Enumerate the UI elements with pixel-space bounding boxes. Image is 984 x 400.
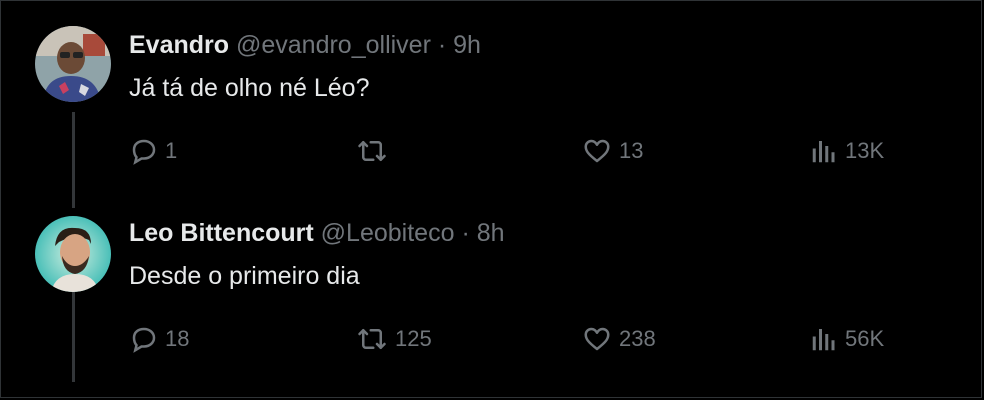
retweet-button[interactable]: 125 — [355, 322, 432, 356]
reply-icon — [132, 139, 156, 165]
views-count: 56K — [845, 326, 885, 351]
tweet-header: Evandro @evandro_olliver · 9h — [129, 30, 481, 60]
separator-dot: · — [461, 219, 470, 247]
retweet-button[interactable] — [355, 134, 395, 168]
display-name[interactable]: Evandro — [129, 31, 229, 59]
tweet-actions: 1 13 13K — [129, 134, 909, 168]
like-count: 238 — [619, 326, 656, 351]
views-icon — [812, 141, 835, 163]
user-handle[interactable]: @evandro_olliver — [236, 31, 431, 59]
avatar[interactable] — [35, 26, 111, 102]
views-button[interactable]: 13K — [809, 134, 884, 168]
separator-dot: · — [437, 31, 447, 59]
tweet-actions: 18 125 238 56K — [129, 322, 909, 356]
thread-line — [72, 292, 75, 382]
heart-icon — [584, 139, 610, 163]
views-count: 13K — [845, 138, 885, 163]
like-button[interactable]: 13 — [581, 134, 643, 168]
retweet-icon — [358, 141, 386, 161]
retweet-count: 125 — [395, 326, 432, 351]
tweet-text: Desde o primeiro dia — [129, 262, 360, 290]
timestamp[interactable]: 9h — [453, 31, 481, 59]
like-count: 13 — [619, 138, 644, 163]
reply-button[interactable]: 18 — [129, 322, 189, 356]
display-name[interactable]: Leo Bittencourt — [129, 219, 314, 247]
heart-icon — [584, 327, 610, 351]
retweet-icon — [358, 329, 386, 349]
reply-button[interactable]: 1 — [129, 134, 177, 168]
tweet-header: Leo Bittencourt @Leobiteco · 8h — [129, 218, 505, 248]
tweet[interactable]: Evandro @evandro_olliver · 9h Já tá de o… — [0, 0, 984, 208]
user-handle[interactable]: @Leobiteco — [321, 219, 455, 247]
tweet[interactable]: Leo Bittencourt @Leobiteco · 8h Desde o … — [0, 190, 984, 400]
views-button[interactable]: 56K — [809, 322, 884, 356]
tweet-text: Já tá de olho né Léo? — [129, 74, 370, 102]
reply-count: 1 — [165, 138, 178, 163]
reply-count: 18 — [165, 326, 190, 351]
timestamp[interactable]: 8h — [477, 219, 505, 247]
avatar[interactable] — [35, 216, 111, 292]
views-icon — [812, 329, 835, 351]
reply-icon — [132, 327, 156, 353]
like-button[interactable]: 238 — [581, 322, 656, 356]
